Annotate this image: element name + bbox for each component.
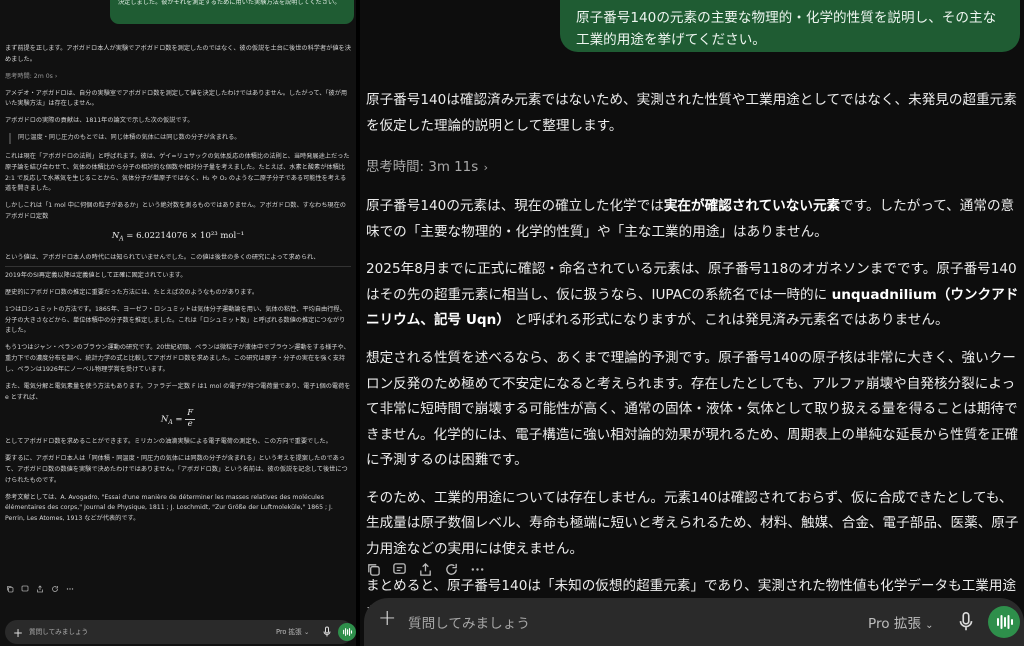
right-paragraph: 原子番号140は確認済み元素ではないため、実測された性質や工業用途としてではなく… [366,92,1017,134]
text-span: 原子番号140の元素は、現在の確立した化学では [366,198,664,215]
left-paragraph: もう1つはジャン・ペランのブラウン運動の研究です。20世紀初頭、ペランは微粒子が… [5,344,350,373]
mic-icon[interactable] [958,611,974,633]
copy-icon[interactable] [366,562,381,577]
right-chat-pane: 原子番号140の元素の主要な物理的・化学的性質を説明し、その主な工業的用途を挙げ… [360,0,1024,646]
plus-icon[interactable]: + [13,623,23,644]
avogadro-constant-formula: NA = 6.02214076 × 10²³ mol⁻¹ [5,229,351,245]
right-model-selector[interactable]: Pro 拡張 ⌄ [868,612,933,632]
right-prompt-bar: + 質問してみましょう Pro 拡張 ⌄ [364,598,1024,646]
left-divider [5,266,351,267]
left-prompt-input[interactable]: 質問してみましょう [29,627,88,639]
right-paragraph: 想定される性質を述べるなら、あくまで理論的予測です。原子番号140の原子核は非常… [366,350,1019,469]
left-paragraph: 参考文献としては、A. Avogadro, "Essai d'une maniè… [5,493,333,523]
left-thinking-toggle[interactable]: 思考時間: 2m 0s › [5,72,351,83]
chevron-down-icon: ⌄ [925,620,934,631]
bold-text: 実在が確認されていない元素 [663,198,841,215]
more-icon[interactable] [66,585,74,593]
left-paragraph: また、電気分解と電気素量を使う方法もあります。ファラデー定数 F は1 mol … [5,382,351,401]
text-span: と呼ばれる形式になりますが、これは発見済み元素名ではありません。 [509,312,949,329]
right-assistant-response: 原子番号140は確認済み元素ではないため、実測された性質や工業用途としてではなく… [366,88,1024,638]
formula-subscript: A [168,419,173,427]
faraday-formula: NA = Fe [160,408,196,429]
formula-value: = 6.02214076 × 10²³ mol⁻¹ [123,230,245,241]
left-paragraph: 歴史的にアボガドロ数の推定に重要だった方法には、たとえば次のようなものがあります… [5,288,259,296]
app-window: 決定しました。彼がそれを測定するために用いた実験方法を説明してください。 まず前… [0,0,1024,646]
regenerate-icon[interactable] [51,585,59,593]
right-paragraph: 2025年8月までに正式に確認・命名されている元素は、原子番号118のオガネソン… [366,257,1024,334]
right-prompt-input[interactable]: 質問してみましょう [408,612,530,632]
left-model-selector[interactable]: Pro 拡張 ⌄ [276,627,309,639]
left-chat-pane: 決定しました。彼がそれを測定するために用いた実験方法を説明してください。 まず前… [0,0,356,646]
voice-mode-icon[interactable] [338,623,356,641]
right-thinking-toggle[interactable]: 思考時間: 3m 11s › [366,155,1024,180]
right-paragraph: そのため、工業的用途については存在しません。元素140は確認されておらず、仮に合… [366,489,1019,557]
left-paragraph: これは現在「アボガドロの法則」と呼ばれます。彼は、ゲイ=リュサックの気体反応の体… [5,152,350,193]
right-message-actions [366,562,485,577]
feedback-icon[interactable] [392,562,407,577]
chevron-right-icon: › [480,161,489,175]
feedback-icon[interactable] [21,585,29,593]
left-paragraph: 2019年のSI再定義以降は定義値として正確に固定されています。 [5,272,187,279]
voice-mode-icon[interactable] [988,606,1020,638]
model-label: Pro 拡張 [868,616,922,632]
left-paragraph: 要するに、アボガドロ本人は「同体積・同温度・同圧力の気体には同数の分子が含まれる… [5,454,348,484]
left-message-actions [6,585,74,593]
mic-icon[interactable] [323,626,331,638]
left-paragraph: としてアボガドロ数を求めることができます。ミリカンの油滴実験による電子電荷の測定… [5,438,332,446]
right-paragraph: 原子番号140の元素は、現在の確立した化学では実在が確認されていない元素です。し… [366,194,1024,245]
share-icon[interactable] [36,585,44,593]
left-paragraph: という値は、アボガドロ本人の時代には知られていませんでした。この値は後世の多くの… [5,254,320,262]
formula-denominator: e [187,418,193,429]
left-user-message: 決定しました。彼がそれを測定するために用いた実験方法を説明してください。 [110,0,354,24]
share-icon[interactable] [418,562,433,577]
more-icon[interactable] [470,562,485,577]
right-user-message: 原子番号140の元素の主要な物理的・化学的性質を説明し、その主な工業的用途を挙げ… [560,0,1020,52]
regenerate-icon[interactable] [444,562,459,577]
left-blockquote: 同じ温度・同じ圧力のもとでは、同じ体積の気体には同じ数の分子が含まれる。 [9,133,351,144]
left-paragraph: 1つはロシュミットの方法です。1865年、ヨーゼフ・ロシュミットは気体分子運動論… [5,305,346,335]
plus-icon[interactable]: + [378,606,396,631]
copy-icon[interactable] [6,585,14,593]
left-intro: まず前提を正します。アボガドロ本人が実験でアボガドロ数を測定したのではなく、彼の… [5,45,351,63]
thinking-label: 思考時間: 3m 11s [366,160,479,176]
left-prompt-bar: + 質問してみましょう Pro 拡張 ⌄ [5,620,356,644]
left-assistant-response: まず前提を正します。アボガドロ本人が実験でアボガドロ数を測定したのではなく、彼の… [5,44,351,531]
formula-fraction: Fe [185,409,196,429]
left-paragraph: アメデオ・アボガドロは、自分の実験室でアボガドロ数を測定して値を決定したわけでは… [5,89,348,108]
left-paragraph: アボガドロの実際の貢献は、1811年の論文で示した次の仮説です。 [5,117,194,125]
left-paragraph: しかしこれは「1 mol 中に何個の粒子があるか」という絶対数を測るものではあり… [5,202,346,221]
